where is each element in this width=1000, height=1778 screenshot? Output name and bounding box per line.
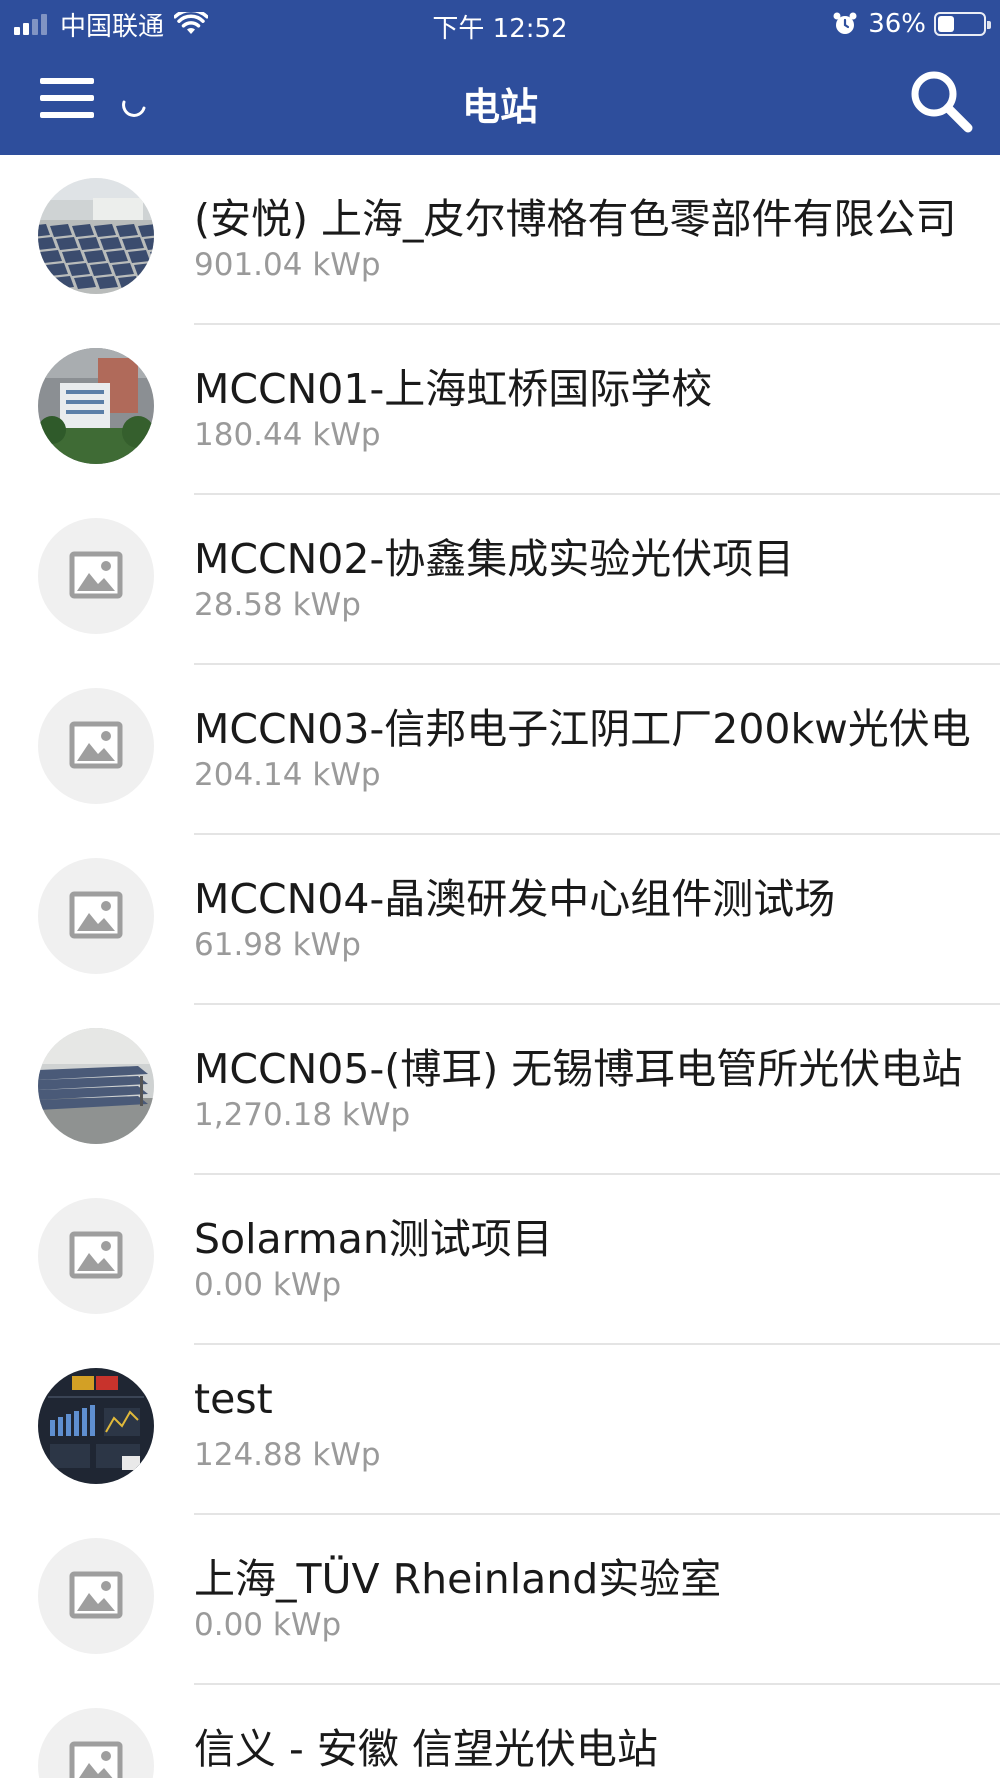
nav-bar: 电站 [0,48,1000,155]
station-list-item[interactable]: 信义 - 安徽 信望光伏电站 [0,1685,1000,1778]
battery-percentage: 36% [868,9,926,39]
station-capacity: 61.98 kWp [194,927,361,963]
station-name: (安悦) 上海_皮尔博格有色零部件有限公司 [194,195,957,243]
station-list-item[interactable]: Solarman测试项目 0.00 kWp [0,1175,1000,1345]
station-capacity: 124.88 kWp [194,1437,381,1473]
station-capacity: 204.14 kWp [194,757,381,793]
station-thumbnail [38,1028,154,1144]
placeholder-image-icon [38,1198,154,1314]
placeholder-image-icon [38,1708,154,1778]
status-bar: 中国联通 下午 12:52 36% [0,0,1000,48]
station-capacity: 28.58 kWp [194,587,361,623]
station-thumbnail [38,178,154,294]
station-name: MCCN02-协鑫集成实验光伏项目 [194,535,795,583]
station-list-item[interactable]: test 124.88 kWp [0,1345,1000,1515]
battery-level [938,16,954,32]
station-capacity: 0.00 kWp [194,1267,342,1303]
alarm-icon [833,12,857,34]
station-name: MCCN04-晶澳研发中心组件测试场 [194,875,836,923]
battery-icon [934,12,991,36]
station-capacity: 0.00 kWp [194,1607,342,1643]
placeholder-image-icon [38,1538,154,1654]
station-list-item[interactable]: (安悦) 上海_皮尔博格有色零部件有限公司 901.04 kWp [0,155,1000,325]
station-list-item[interactable]: MCCN05-(博耳) 无锡博耳电管所光伏电站 1,270.18 kWp [0,1005,1000,1175]
station-name: Solarman测试项目 [194,1215,553,1263]
station-name: MCCN03-信邦电子江阴工厂200kw光伏电 [194,705,971,753]
station-capacity: 901.04 kWp [194,247,381,283]
station-list-item[interactable]: MCCN04-晶澳研发中心组件测试场 61.98 kWp [0,835,1000,1005]
station-list-item[interactable]: MCCN03-信邦电子江阴工厂200kw光伏电 204.14 kWp [0,665,1000,835]
station-thumbnail [38,348,154,464]
station-name: 上海_TÜV Rheinland实验室 [194,1555,722,1603]
placeholder-image-icon [38,858,154,974]
app-screen: 中国联通 下午 12:52 36% 电站 (安悦) 上海_皮尔博格有色零部件有限… [0,0,1000,1778]
station-list-item[interactable]: MCCN01-上海虹桥国际学校 180.44 kWp [0,325,1000,495]
station-capacity: 180.44 kWp [194,417,381,453]
placeholder-image-icon [38,518,154,634]
search-icon[interactable] [908,68,974,134]
station-name: MCCN01-上海虹桥国际学校 [194,365,713,413]
station-thumbnail [38,1368,154,1484]
station-capacity: 1,270.18 kWp [194,1097,411,1133]
station-list-item[interactable]: MCCN02-协鑫集成实验光伏项目 28.58 kWp [0,495,1000,665]
station-name: test [194,1375,273,1423]
status-right: 36% [832,8,991,40]
station-name: 信义 - 安徽 信望光伏电站 [194,1725,658,1773]
station-list-item[interactable]: 上海_TÜV Rheinland实验室 0.00 kWp [0,1515,1000,1685]
page-title: 电站 [461,85,538,129]
station-list: (安悦) 上海_皮尔博格有色零部件有限公司 901.04 kWp MCCN01-上海… [0,155,1000,1778]
placeholder-image-icon [38,688,154,804]
station-name: MCCN05-(博耳) 无锡博耳电管所光伏电站 [194,1045,963,1093]
